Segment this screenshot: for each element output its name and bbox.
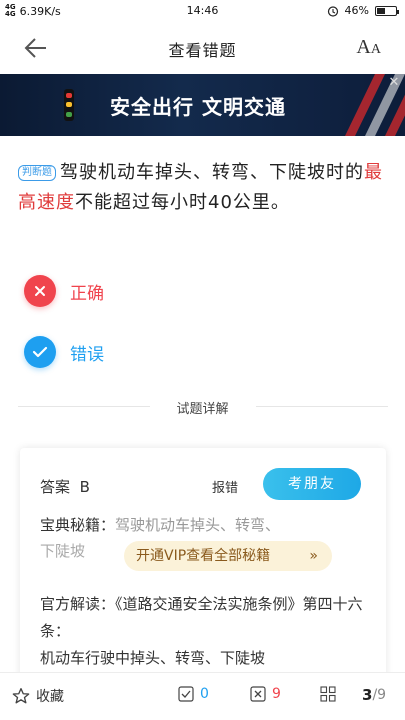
option-label: 正确	[70, 283, 104, 304]
correct-count[interactable]: 0	[178, 686, 209, 702]
official-explanation: 官方解读：《道路交通安全法实施条例》第四十六条： 机动车行驶中掉头、转弯、下陡坡	[40, 591, 376, 672]
total-pages: /9	[372, 687, 387, 703]
page-indicator: 3/9	[362, 686, 386, 704]
vip-button-label: 开通VIP查看全部秘籍	[136, 548, 271, 564]
banner-text: 安全出行 文明交通	[110, 95, 286, 119]
page-title: 查看错题	[168, 41, 237, 60]
alarm-icon	[327, 5, 338, 17]
ad-banner[interactable]: 安全出行 文明交通 ✕	[0, 74, 405, 136]
official-label: 官方解读：	[40, 595, 116, 613]
nav-bar: 查看错题 AA	[0, 22, 405, 74]
battery-percent: 46%	[344, 4, 369, 17]
vip-unlock-button[interactable]: 开通VIP查看全部秘籍 »	[124, 541, 332, 571]
star-icon	[12, 688, 30, 704]
favorite-button[interactable]: 收藏	[12, 686, 64, 706]
double-arrow-icon: »	[309, 548, 318, 564]
wrong-mark-icon	[24, 275, 56, 307]
font-size-big: A	[356, 36, 371, 58]
explanation-card: 答案 B 报错 考朋友 宝典秘籍：驾驶机动车掉头、转弯、 下陡坡 开通VIP查看…	[20, 448, 386, 688]
battery-icon	[375, 5, 399, 16]
question-text-before: 驾驶机动车掉头、转弯、下陡坡时的	[60, 162, 364, 183]
option-false[interactable]: 错误	[24, 335, 224, 369]
tips-label: 宝典秘籍：	[40, 516, 116, 534]
bottom-bar: 收藏 0 9 3/9	[0, 672, 405, 720]
exam-friend-button[interactable]: 考朋友	[263, 468, 361, 500]
report-error-link[interactable]: 报错	[212, 477, 238, 496]
question-type-badge: 判断题	[18, 165, 56, 181]
font-size-small: A	[370, 42, 381, 57]
answer-row: 答案 B	[40, 476, 90, 497]
option-true[interactable]: 正确	[24, 274, 224, 308]
status-bar: 4G 4G 6.39K/s 14:46 46%	[0, 0, 405, 22]
cross-box-icon	[250, 686, 266, 702]
question-text-after: 不能超过每小时40公里。	[75, 192, 290, 213]
question-text: 判断题 驾驶机动车掉头、转弯、下陡坡时的最高速度不能超过每小时40公里。	[18, 158, 390, 218]
check-box-icon	[178, 686, 194, 702]
answer-value: B	[79, 478, 90, 496]
tips-text-line1: 驾驶机动车掉头、转弯、	[115, 516, 281, 534]
current-page: 3	[362, 686, 373, 704]
answer-label: 答案	[40, 478, 71, 496]
official-text-2: 机动车行驶中掉头、转弯、下陡坡	[40, 649, 266, 667]
traffic-light-icon	[64, 89, 74, 121]
option-label: 错误	[70, 344, 104, 365]
wrong-count-value: 9	[272, 686, 281, 702]
section-title: 试题详解	[176, 402, 229, 417]
tips-text-line2: 下陡坡	[40, 542, 86, 560]
question-grid-button[interactable]	[320, 686, 342, 702]
close-icon[interactable]: ✕	[387, 76, 401, 90]
favorite-label: 收藏	[36, 689, 64, 705]
divider-right	[256, 406, 388, 407]
font-size-icon[interactable]: AA	[356, 36, 381, 59]
correct-count-value: 0	[200, 686, 209, 702]
status-right: 46%	[327, 4, 399, 17]
wrong-count[interactable]: 9	[250, 686, 281, 702]
check-icon	[24, 336, 56, 368]
grid-icon	[320, 686, 336, 702]
